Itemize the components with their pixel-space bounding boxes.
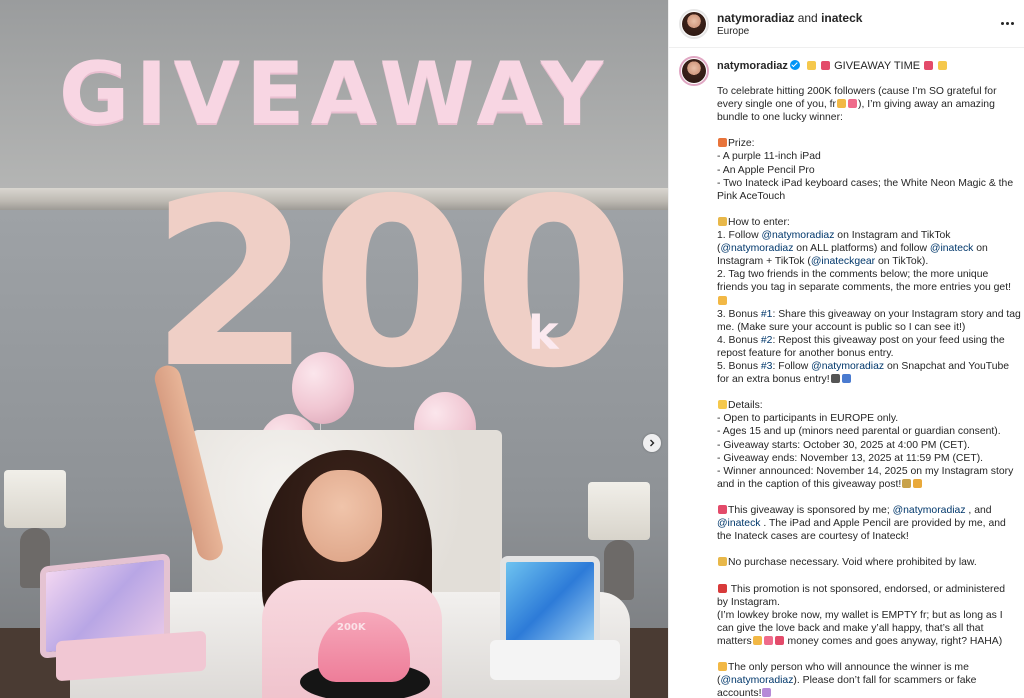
heart-icon	[763, 635, 773, 645]
mention-link[interactable]: @natymoradiaz	[720, 675, 793, 686]
camera-icon	[830, 374, 840, 384]
praying-hands-icon	[762, 688, 772, 698]
grateful-face-icon	[752, 635, 762, 645]
verified-icon	[789, 60, 800, 70]
more-options-button[interactable]	[997, 14, 1017, 32]
lamp-right	[588, 482, 650, 540]
caption-title: GIVEAWAY TIME	[834, 60, 921, 72]
person-face	[302, 470, 382, 562]
heart-icon	[774, 635, 784, 645]
warning-icon	[718, 662, 727, 672]
post-image[interactable]: GIVEAWAY 200 k 200K	[0, 0, 668, 698]
exclamation-icon	[718, 583, 727, 593]
mention-link[interactable]: @natymoradiaz	[893, 505, 966, 516]
ribbon-icon	[718, 505, 727, 514]
caption-username[interactable]: natymoradiaz	[717, 60, 788, 72]
caption-area: natymoradiaz GIVEAWAY TIME To celebrate …	[669, 49, 1024, 698]
balloon-suffix: k	[528, 306, 559, 360]
hashtag-link[interactable]: #3	[761, 361, 773, 372]
clapper-icon	[841, 374, 851, 384]
mention-link[interactable]: @natymoradiaz	[811, 361, 884, 372]
author-username[interactable]: natymoradiaz	[717, 11, 794, 25]
post-authors: natymoradiaz and inateck	[717, 11, 862, 25]
mention-link[interactable]: @natymoradiaz	[720, 243, 793, 254]
sparkles-icon	[938, 61, 948, 70]
caption-header: natymoradiaz GIVEAWAY TIME	[717, 59, 948, 73]
authors-joiner: and	[797, 11, 818, 25]
avatar[interactable]	[682, 12, 706, 36]
cake-text: 200K	[337, 622, 366, 633]
ribbon-icon	[924, 61, 934, 70]
lamp-left	[4, 470, 66, 528]
post-location[interactable]: Europe	[717, 26, 749, 37]
balloon-digits: 200	[150, 149, 635, 419]
carousel-next-button[interactable]	[643, 434, 661, 452]
heart-icon	[847, 99, 857, 109]
hashtag-link[interactable]: #1	[761, 309, 773, 320]
ipad-blue	[500, 556, 600, 652]
mention-link[interactable]: @inateck	[717, 518, 760, 529]
caption-text: To celebrate hitting 200K followers (cau…	[717, 86, 1021, 698]
more-icon	[1000, 21, 1004, 25]
medal-icon	[913, 478, 923, 488]
mention-link[interactable]: @inateck	[930, 243, 973, 254]
post-header: natymoradiaz and inateck Europe	[669, 0, 1024, 48]
mention-link[interactable]: @inateckgear	[811, 256, 875, 267]
sparkles-icon	[806, 61, 816, 70]
caption-avatar[interactable]	[682, 59, 706, 83]
cookie-icon	[718, 295, 727, 305]
grateful-face-icon	[836, 99, 846, 109]
sparkles-icon	[718, 400, 727, 410]
hourglass-icon	[902, 478, 912, 488]
post-sidebar: natymoradiaz and inateck Europe natymora…	[668, 0, 1024, 698]
lamp-base-right	[604, 540, 634, 600]
pink-balloon	[292, 352, 354, 424]
party-popper-icon	[718, 216, 727, 226]
ribbon-icon	[821, 61, 831, 70]
mention-link[interactable]: @natymoradiaz	[761, 230, 834, 241]
gift-icon	[718, 138, 727, 148]
hashtag-link[interactable]: #2	[761, 335, 773, 346]
keyboard-white	[490, 640, 620, 680]
giveaway-overlay-title: GIVEAWAY	[58, 44, 610, 144]
chevron-right-icon	[650, 439, 655, 447]
party-popper-icon	[718, 557, 727, 567]
coauthor-username[interactable]: inateck	[821, 11, 862, 25]
